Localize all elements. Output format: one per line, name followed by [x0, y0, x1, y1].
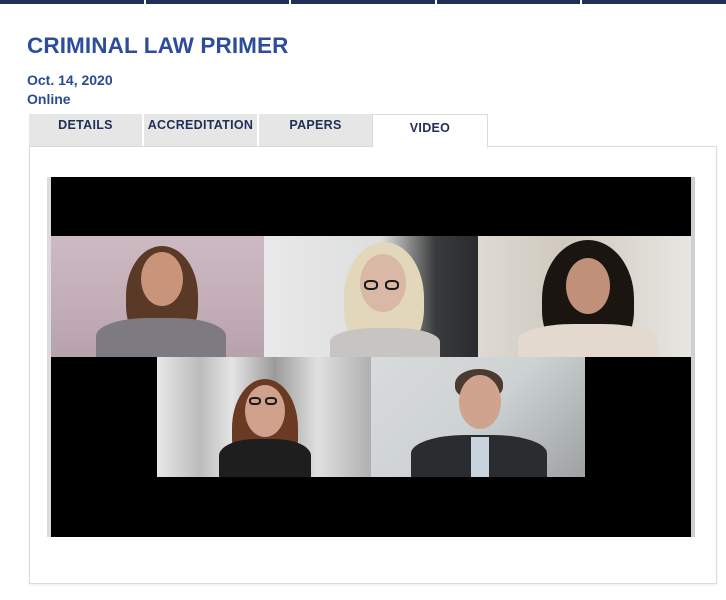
participant-tile	[157, 357, 371, 477]
top-nav-segment[interactable]	[0, 0, 146, 4]
event-date: Oct. 14, 2020	[27, 72, 113, 88]
participant-face	[245, 385, 285, 437]
top-nav-segment[interactable]	[146, 0, 292, 4]
tab-video[interactable]: VIDEO	[372, 114, 488, 148]
top-navigation-bar	[0, 0, 726, 4]
participant-body	[96, 318, 226, 357]
participant-tile	[478, 236, 691, 357]
glasses-icon	[249, 397, 261, 405]
participant-tile	[51, 236, 264, 357]
participant-face	[459, 375, 501, 429]
participant-tile	[264, 236, 478, 357]
participant-face	[141, 252, 183, 306]
page-title: CRIMINAL LAW PRIMER	[27, 33, 289, 58]
video-scrollbar[interactable]	[691, 177, 695, 537]
event-location: Online	[27, 91, 71, 107]
participant-tile	[371, 357, 585, 477]
video-tab-panel	[29, 146, 717, 584]
participant-body	[330, 328, 440, 357]
tab-accreditation[interactable]: ACCREDITATION	[144, 114, 257, 146]
glasses-icon	[364, 280, 378, 290]
participant-body	[518, 324, 658, 357]
participant-face	[566, 258, 610, 314]
participant-body	[219, 439, 311, 477]
top-nav-segment[interactable]	[582, 0, 726, 4]
glasses-icon	[265, 397, 277, 405]
tab-papers[interactable]: PAPERS	[259, 114, 372, 146]
top-nav-segment[interactable]	[437, 0, 583, 4]
video-screen[interactable]	[51, 177, 691, 537]
top-nav-segment[interactable]	[291, 0, 437, 4]
tab-details[interactable]: DETAILS	[29, 114, 142, 146]
glasses-icon	[385, 280, 399, 290]
participant-shirt	[471, 437, 489, 477]
video-player[interactable]	[47, 177, 695, 537]
